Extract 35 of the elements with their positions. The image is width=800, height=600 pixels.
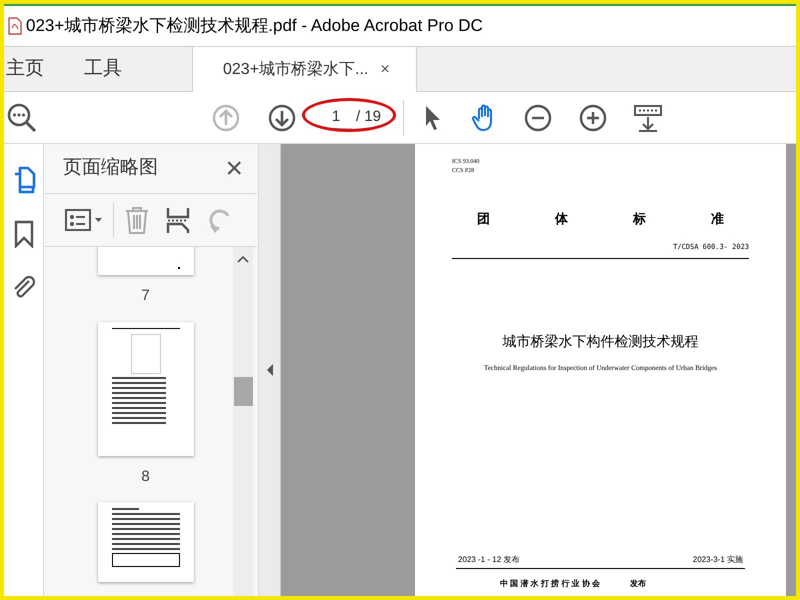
nav-tab[interactable]: 工具 bbox=[64, 47, 142, 91]
zoom-out-icon[interactable] bbox=[524, 104, 552, 132]
document-title: 城市桥梁水下构件检测技术规程 bbox=[502, 332, 700, 351]
next-page-icon[interactable] bbox=[268, 104, 296, 132]
window-title: 023+城市桥梁水下检测技术规程.pdf - Adobe Acrobat Pro DC bbox=[26, 15, 483, 38]
issue-date: 2023 -1 - 12 发布 bbox=[458, 554, 520, 566]
page-label: 8 bbox=[141, 466, 150, 486]
scroll-thumb[interactable] bbox=[234, 377, 252, 406]
page-count: / 19 bbox=[356, 107, 382, 128]
tab-close-button[interactable]: × bbox=[380, 58, 390, 82]
heading-character: 体 bbox=[555, 210, 568, 228]
split-page-icon[interactable] bbox=[166, 205, 190, 235]
page-thumbnail[interactable] bbox=[98, 247, 194, 275]
collapse-arrow-icon[interactable] bbox=[266, 363, 274, 377]
page-thumbnail[interactable] bbox=[98, 322, 194, 456]
heading-character: 标 bbox=[633, 210, 646, 228]
scrollbar[interactable] bbox=[233, 247, 253, 596]
effective-date: 2023-3-1 实施 bbox=[692, 554, 743, 566]
pdf-file-icon bbox=[8, 17, 22, 35]
document-tab[interactable]: 023+城市桥梁水下... × bbox=[192, 47, 417, 92]
heading-character: 准 bbox=[711, 210, 724, 228]
page-thumbnail[interactable] bbox=[98, 502, 194, 582]
keyboard-download-icon[interactable] bbox=[633, 102, 664, 132]
heading-character: 团 bbox=[477, 210, 490, 228]
publisher: 中 国 潜 水 打 捞 行 业 协 会 bbox=[500, 578, 600, 590]
zoom-in-icon[interactable] bbox=[579, 104, 608, 132]
options-menu-icon[interactable] bbox=[65, 208, 103, 232]
close-button[interactable]: × bbox=[225, 154, 243, 184]
scroll-up-icon[interactable] bbox=[237, 255, 249, 263]
publisher-action: 发布 bbox=[630, 578, 646, 590]
search-icon[interactable] bbox=[6, 102, 38, 134]
page-label: 7 bbox=[141, 286, 150, 306]
sidebar-title: 页面缩略图 bbox=[63, 156, 158, 180]
nav-tab[interactable]: 主页 bbox=[4, 47, 64, 91]
page-number-field[interactable]: 1 bbox=[320, 106, 352, 130]
